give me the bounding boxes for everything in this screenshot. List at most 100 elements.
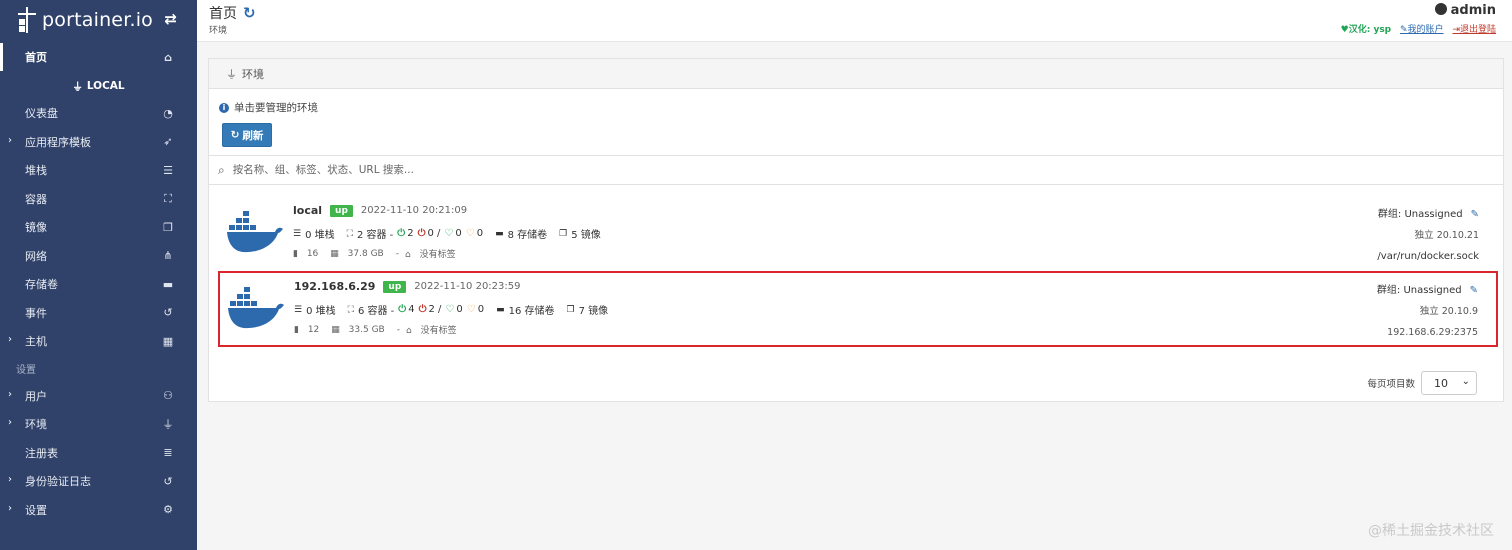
hdd-icon: ▬ (495, 228, 504, 239)
user-box: admin ♥汉化: ysp ✎我的账户 ⇥退出登陆 (1341, 3, 1496, 35)
my-account-link[interactable]: ✎我的账户 (1400, 25, 1444, 35)
group-label: 群组: Unassigned (1377, 209, 1463, 220)
sidebar-item-networks[interactable]: 网络 ⋔ (0, 242, 197, 271)
plug-icon: ⏚ (162, 418, 174, 432)
brand[interactable]: portainer.io ⇄ (0, 0, 197, 40)
plug-icon: ⏚ (72, 80, 83, 93)
sidebar-item-label: 网络 (25, 249, 47, 263)
search-input[interactable] (232, 164, 833, 176)
sidebar-item-label: 环境 (25, 418, 47, 432)
sidebar-item-images[interactable]: 镜像 ❐ (0, 213, 197, 242)
pagination-limit: 每页项目数 10 ⌄ (1367, 371, 1477, 395)
sidebar-item-label: 存储卷 (25, 278, 58, 292)
chevron-right-icon: › (8, 502, 12, 514)
environment-item-remote[interactable]: 192.168.6.29 up 2022-11-10 20:23:59 ☰ 0 堆… (218, 271, 1498, 347)
environment-stats: ☰ 0 堆栈 ⛶ 2 容器 - ⏻ 2 ⏻ 0 / ♡ 0 ♡ 0 ▬ 8 存储卷 ❐ 5 镜像 (293, 228, 601, 241)
th-list-icon: ☰ (293, 228, 302, 239)
sidebar-item-label: 主机 (25, 335, 47, 349)
cubes-icon: ⛶ (164, 191, 172, 205)
rocket-icon: ➶ (163, 135, 173, 149)
wrench-icon: ✎ (1400, 25, 1408, 35)
power-on-icon: ⏻ (398, 304, 407, 315)
sidebar-item-label: 堆栈 (25, 164, 47, 178)
refresh-button[interactable]: ↻ 刷新 (222, 123, 272, 147)
cogs-icon: ⚙ (163, 503, 173, 517)
power-on-icon: ⏻ (397, 228, 406, 239)
portainer-logo-icon (16, 7, 38, 33)
chevron-right-icon: › (8, 388, 12, 400)
cpu-icon: ▮ (294, 324, 299, 335)
sidebar-env-header: ⏚ LOCAL (72, 80, 125, 93)
sidebar-item-users[interactable]: › 用户 ⚇ (0, 382, 197, 411)
chevron-right-icon: › (8, 334, 12, 345)
top-bar: 首页 ↻ 环境 admin ♥汉化: ysp ✎我的账户 ⇥退出登陆 (197, 0, 1512, 42)
sidebar-item-environments[interactable]: › 环境 ⏚ (0, 410, 197, 439)
sidebar-item-label: 应用程序模板 (25, 135, 91, 149)
th-list-icon: ☰ (163, 163, 173, 177)
status-badge: up (330, 204, 353, 217)
refresh-icon: ↻ (230, 129, 240, 141)
users-icon: ⚇ (163, 389, 173, 403)
database-icon: ≣ (163, 446, 173, 460)
sidebar-item-label: 容器 (25, 192, 47, 206)
refresh-icon[interactable]: ↻ (243, 4, 256, 22)
environment-url: /var/run/docker.sock (1377, 251, 1479, 262)
home-icon: ⌂ (164, 50, 172, 64)
sidebar-item-label: 事件 (25, 306, 47, 320)
tachometer-icon: ◔ (163, 106, 173, 120)
edit-pencil-icon[interactable]: ✎ (1470, 285, 1478, 296)
th-list-icon: ☰ (294, 304, 303, 315)
exchange-icon[interactable]: ⇄ (164, 10, 177, 28)
sidebar-item-settings[interactable]: › 设置 ⚙ (0, 496, 197, 525)
hdd-icon: ▬ (496, 304, 505, 315)
edit-pencil-icon[interactable]: ✎ (1471, 209, 1479, 220)
sidebar: portainer.io ⇄ 首页 ⌂ ⏚ LOCAL 仪表盘 ◔ › 应用程序… (0, 0, 197, 550)
environment-name: local up 2022-11-10 20:21:09 (293, 204, 468, 217)
search-bar: ⌕ (209, 155, 1503, 185)
sidebar-item-volumes[interactable]: 存储卷 ▬ (0, 270, 197, 299)
sidebar-item-label: 注册表 (25, 446, 58, 460)
environment-time: 2022-11-10 20:23:59 (414, 281, 521, 292)
sidebar-item-label: 用户 (25, 389, 47, 403)
watermark: @稀土掘金技术社区 (1368, 523, 1494, 539)
power-off-icon: ⏻ (417, 228, 426, 239)
chevron-down-icon: ⌄ (1461, 376, 1470, 387)
sidebar-item-events[interactable]: 事件 ↺ (0, 299, 197, 328)
cpu-icon: ▮ (293, 248, 298, 259)
sidebar-item-host[interactable]: › 主机 ▦ (0, 327, 197, 356)
info-circle-icon: i (219, 102, 229, 113)
cubes-icon: ⛶ (346, 228, 353, 239)
sidebar-item-label: 身份验证日志 (25, 475, 91, 489)
logout-link[interactable]: ⇥退出登陆 (1452, 25, 1496, 35)
sidebar-settings-title: 设置 (16, 365, 36, 376)
docker-whale-icon (227, 211, 283, 253)
heartbeat-icon: ♡ (444, 228, 454, 239)
sidebar-item-home[interactable]: 首页 ⌂ (0, 41, 197, 73)
clone-icon: ❐ (566, 304, 575, 315)
page-title: 首页 ↻ (209, 4, 256, 22)
history-icon: ↺ (163, 474, 173, 488)
chevron-right-icon: › (8, 417, 12, 428)
sidebar-item-stacks[interactable]: 堆栈 ☰ (0, 156, 197, 185)
sidebar-item-dashboard[interactable]: 仪表盘 ◔ (0, 99, 197, 128)
environment-stats: ☰ 0 堆栈 ⛶ 6 容器 - ⏻ 4 ⏻ 2 / ♡ 0 ♡ 0 ▬ 16 存储卷 ❐ 7 镜… (294, 304, 609, 317)
sidebar-item-label: 镜像 (25, 221, 47, 235)
brand-name: portainer.io (42, 9, 154, 31)
sidebar-item-app-templates[interactable]: › 应用程序模板 ➶ (0, 128, 197, 157)
sidebar-item-containers[interactable]: 容器 ⛶ (0, 185, 197, 214)
sidebar-item-auth-logs[interactable]: › 身份验证日志 ↺ (0, 467, 197, 496)
items-per-page-select[interactable]: 10 ⌄ (1421, 371, 1477, 395)
power-off-icon: ⏻ (418, 304, 427, 315)
user-links: ♥汉化: ysp ✎我的账户 ⇥退出登陆 (1341, 22, 1496, 35)
breadcrumb: 环境 (209, 26, 228, 36)
clone-icon: ❐ (559, 228, 568, 239)
user-circle-icon (1434, 3, 1447, 15)
environment-version: 独立 20.10.21 (1414, 230, 1479, 241)
environment-name: 192.168.6.29 up 2022-11-10 20:23:59 (294, 280, 521, 293)
clone-icon: ❐ (163, 220, 173, 234)
unhealthy-heart-icon: ♡ (466, 304, 476, 315)
environment-item-local[interactable]: local up 2022-11-10 20:21:09 ☰ 0 堆栈 ⛶ 2 容器… (219, 197, 1497, 273)
sidebar-item-registries[interactable]: 注册表 ≣ (0, 439, 197, 468)
status-badge: up (383, 280, 407, 293)
environment-url: 192.168.6.29:2375 (1387, 327, 1478, 338)
